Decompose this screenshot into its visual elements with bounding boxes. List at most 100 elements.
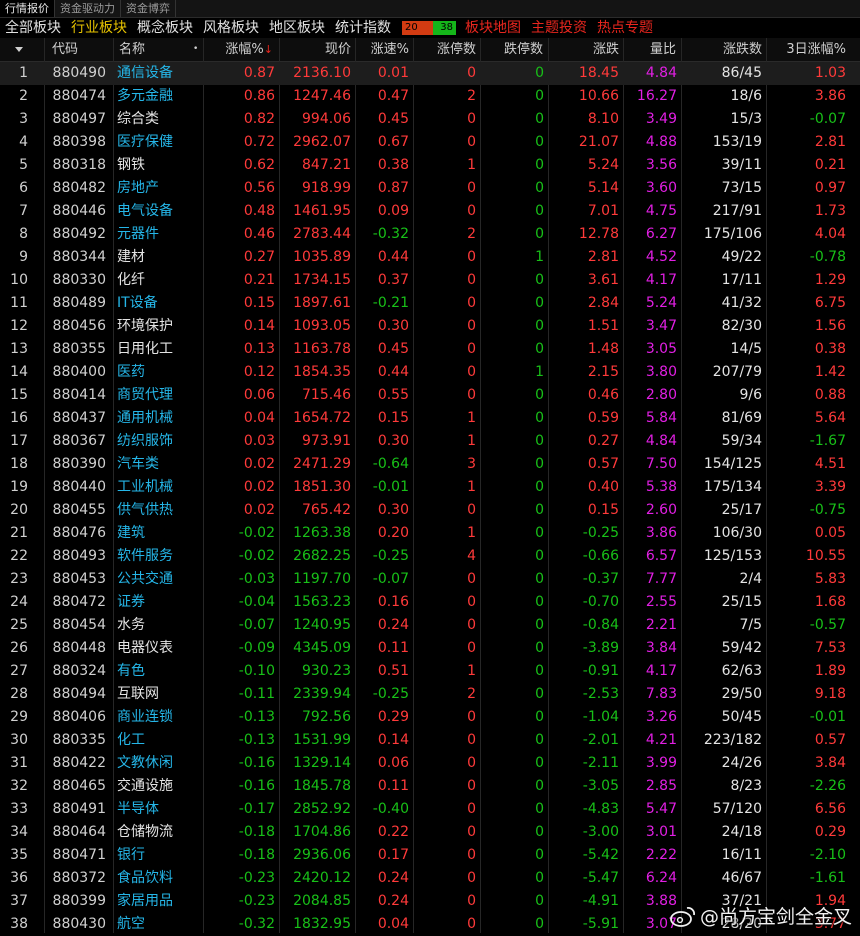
pct-change: -0.11 (238, 686, 275, 702)
up-down-count: 8/23 (730, 778, 762, 794)
weibo-logo-icon (670, 906, 695, 927)
cat-theme-invest[interactable]: 主题投资 (526, 18, 592, 38)
tab-fund-drive[interactable]: 资金驱动力 (55, 0, 121, 17)
volume-ratio: 4.75 (645, 203, 677, 219)
header-limit-up[interactable]: 涨停数 (412, 38, 478, 61)
limit-up-count: 0 (467, 594, 476, 610)
table-row[interactable]: 3 880497 综合类 0.82 994.06 0.45 0 0 8.10 3.49 15/3 -0… (0, 108, 860, 131)
pct-change: 0.56 (243, 180, 275, 196)
sector-name: 软件服务 (117, 548, 173, 564)
header-vol-ratio[interactable]: 量比 (622, 38, 678, 61)
table-row[interactable]: 28 880494 互联网 -0.11 2339.94 -0.25 2 0 -2.53 7.83 2… (0, 683, 860, 706)
table-row[interactable]: 17 880367 纺织服饰 0.03 973.91 0.30 1 0 0.27 4.84 59/3… (0, 430, 860, 453)
table-row[interactable]: 35 880471 银行 -0.18 2936.06 0.17 0 0 -5.42 2.22 16/… (0, 844, 860, 867)
up-down-count: 50/45 (721, 709, 762, 725)
table-row[interactable]: 20 880455 供气供热 0.02 765.42 0.30 0 0 0.15 2.60 25/1… (0, 499, 860, 522)
limit-up-count: 0 (467, 249, 476, 265)
cat-concept-sectors[interactable]: 概念板块 (132, 18, 198, 38)
table-row[interactable]: 34 880464 仓储物流 -0.18 1704.86 0.22 0 0 -3.00 3.01 2… (0, 821, 860, 844)
row-index: 25 (10, 617, 28, 633)
sector-name: 化纤 (117, 272, 145, 288)
table-row[interactable]: 8 880492 元器件 0.46 2783.44 -0.32 2 0 12.78 6.27 175… (0, 223, 860, 246)
table-row[interactable]: 1 880490 通信设备 0.87 2136.10 0.01 0 0 18.45 4.84 86/… (0, 62, 860, 85)
column-menu-icon[interactable] (14, 38, 28, 61)
limit-down-count: 0 (535, 663, 544, 679)
table-row[interactable]: 21 880476 建筑 -0.02 1263.38 0.20 1 0 -0.25 3.86 106… (0, 522, 860, 545)
advance-decline-bar: 20 38 (402, 21, 456, 35)
row-index: 6 (19, 180, 28, 196)
table-row[interactable]: 14 880400 医药 0.12 1854.35 0.44 0 1 2.15 3.80 207/7… (0, 361, 860, 384)
table-row[interactable]: 33 880491 半导体 -0.17 2852.92 -0.40 0 0 -4.83 5.47 5… (0, 798, 860, 821)
sector-name: 公共交通 (117, 571, 173, 587)
header-pct-sorted[interactable]: 涨幅%↓ (205, 38, 275, 61)
table-row[interactable]: 22 880493 软件服务 -0.02 2682.25 -0.25 4 0 -0.66 6.57… (0, 545, 860, 568)
table-row[interactable]: 15 880414 商贸代理 0.06 715.46 0.55 0 0 0.46 2.80 9/6 0… (0, 384, 860, 407)
cat-region-sectors[interactable]: 地区板块 (264, 18, 330, 38)
header-change[interactable]: 涨跌 (547, 38, 621, 61)
table-row[interactable]: 32 880465 交通设施 -0.16 1845.78 0.11 0 0 -3.05 2.85 8… (0, 775, 860, 798)
volume-ratio: 3.80 (645, 364, 677, 380)
header-speed[interactable]: 涨速% (354, 38, 411, 61)
price-change: 18.45 (578, 65, 619, 81)
table-row[interactable]: 9 880344 建材 0.27 1035.89 0.44 0 1 2.81 4.52 49/22 -… (0, 246, 860, 269)
sector-code: 880448 (52, 640, 106, 656)
table-row[interactable]: 10 880330 化纤 0.21 1734.15 0.37 0 0 3.61 4.17 17/11… (0, 269, 860, 292)
table-row[interactable]: 12 880456 环境保护 0.14 1093.05 0.30 0 0 1.51 3.47 82/… (0, 315, 860, 338)
table-row[interactable]: 4 880398 医疗保健 0.72 2962.07 0.67 0 0 21.07 4.88 153… (0, 131, 860, 154)
header-code[interactable]: 代码 (52, 38, 112, 61)
table-row[interactable]: 30 880335 化工 -0.13 1531.99 0.14 0 0 -2.01 4.21 223… (0, 729, 860, 752)
table-row[interactable]: 26 880448 电器仪表 -0.09 4345.09 0.11 0 0 -3.89 3.84 5… (0, 637, 860, 660)
table-row[interactable]: 18 880390 汽车类 0.02 2471.29 -0.64 3 0 0.57 7.50 154… (0, 453, 860, 476)
row-index: 7 (19, 203, 28, 219)
limit-down-count: 0 (535, 479, 544, 495)
speed-pct: 0.30 (377, 502, 409, 518)
header-name[interactable]: 名称 (119, 38, 189, 61)
three-day-pct: 5.83 (814, 571, 846, 587)
cat-style-sectors[interactable]: 风格板块 (198, 18, 264, 38)
table-row[interactable]: 19 880440 工业机械 0.02 1851.30 -0.01 1 0 0.40 5.38 17… (0, 476, 860, 499)
limit-up-count: 0 (467, 272, 476, 288)
header-3day-pct[interactable]: 3日涨幅% (766, 38, 848, 61)
limit-up-count: 0 (467, 870, 476, 886)
cat-sector-map[interactable]: 板块地图 (460, 18, 526, 38)
table-row[interactable]: 11 880489 IT设备 0.15 1897.61 -0.21 0 0 2.84 5.24 41… (0, 292, 860, 315)
table-row[interactable]: 16 880437 通用机械 0.04 1654.72 0.15 1 0 0.59 5.84 81/… (0, 407, 860, 430)
speed-pct: 0.01 (377, 65, 409, 81)
table-row[interactable]: 25 880454 水务 -0.07 1240.95 0.24 0 0 -0.84 2.21 7/5… (0, 614, 860, 637)
three-day-pct: -2.26 (809, 778, 846, 794)
limit-up-count: 0 (467, 364, 476, 380)
cat-stat-index[interactable]: 统计指数 (330, 18, 396, 38)
table-row[interactable]: 31 880422 文教休闲 -0.16 1329.14 0.06 0 0 -2.11 3.99 2… (0, 752, 860, 775)
cat-hot-topics[interactable]: 热点专题 (592, 18, 658, 38)
table-row[interactable]: 7 880446 电气设备 0.48 1461.95 0.09 0 0 7.01 4.75 217/… (0, 200, 860, 223)
table-row[interactable]: 24 880472 证券 -0.04 1563.23 0.16 0 0 -0.70 2.55 25/… (0, 591, 860, 614)
sector-code: 880489 (52, 295, 106, 311)
table-row[interactable]: 36 880372 食品饮料 -0.23 2420.12 0.24 0 0 -5.47 6.24 4… (0, 867, 860, 890)
three-day-pct: 3.39 (814, 479, 846, 495)
header-limit-down[interactable]: 跌停数 (479, 38, 545, 61)
table-row[interactable]: 5 880318 钢铁 0.62 847.21 0.38 1 0 5.24 3.56 39/11 0.… (0, 154, 860, 177)
three-day-pct: 0.57 (814, 732, 846, 748)
speed-pct: 0.24 (377, 870, 409, 886)
table-row[interactable]: 27 880324 有色 -0.10 930.23 0.51 1 0 -0.91 4.17 62/6… (0, 660, 860, 683)
table-row[interactable]: 29 880406 商业连锁 -0.13 792.56 0.29 0 0 -1.04 3.26 50… (0, 706, 860, 729)
tab-quotes[interactable]: 行情报价 (0, 0, 55, 17)
price-change: 0.40 (587, 479, 619, 495)
tab-fund-game[interactable]: 资金博弈 (121, 0, 176, 17)
cat-all-sectors[interactable]: 全部板块 (0, 18, 66, 38)
speed-pct: 0.24 (377, 893, 409, 909)
limit-down-count: 0 (535, 65, 544, 81)
table-row[interactable]: 2 880474 多元金融 0.86 1247.46 0.47 2 0 10.66 16.27 18… (0, 85, 860, 108)
cat-industry-sectors[interactable]: 行业板块 (66, 18, 132, 38)
sector-code: 880454 (52, 617, 106, 633)
header-up-down-count[interactable]: 涨跌数 (681, 38, 764, 61)
table-row[interactable]: 23 880453 公共交通 -0.03 1197.70 -0.07 0 0 -0.37 7.77… (0, 568, 860, 591)
header-price[interactable]: 现价 (280, 38, 353, 61)
sector-name: 多元金融 (117, 88, 173, 104)
pct-change: 0.48 (243, 203, 275, 219)
up-down-count: 57/120 (712, 801, 762, 817)
table-row[interactable]: 13 880355 日用化工 0.13 1163.78 0.45 0 0 1.48 3.05 14/… (0, 338, 860, 361)
table-row[interactable]: 6 880482 房地产 0.56 918.99 0.87 0 0 5.14 3.60 73/15 0… (0, 177, 860, 200)
three-day-pct: -0.78 (809, 249, 846, 265)
sector-code: 880330 (52, 272, 106, 288)
